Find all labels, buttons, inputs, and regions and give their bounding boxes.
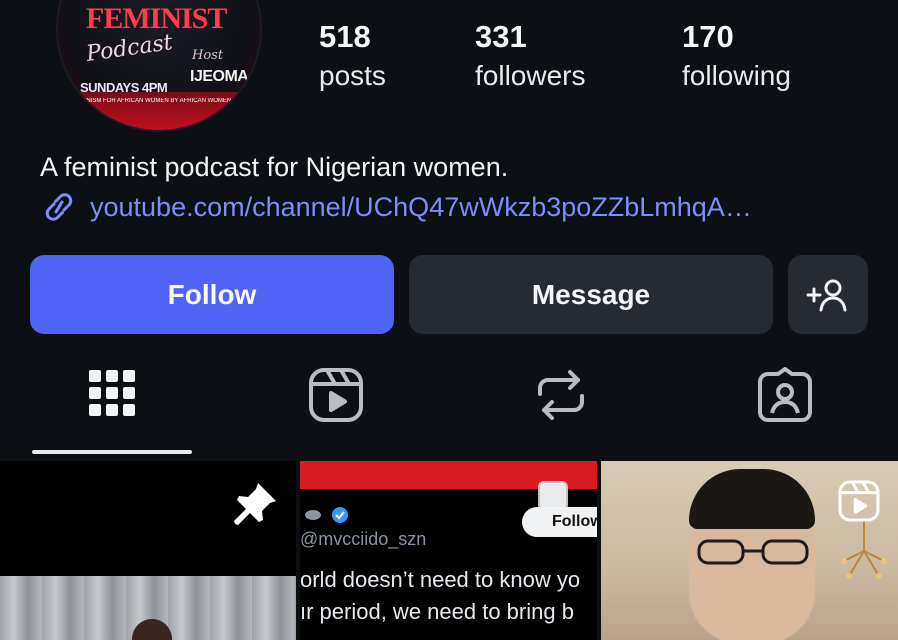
- profile-link-text: youtube.com/channel/UChQ47wWkzb3poZZbLmh…: [90, 192, 752, 222]
- avatar-tagline: FEMINISM FOR AFRICAN WOMEN BY AFRICAN WO…: [72, 98, 232, 104]
- post-3-hair: [689, 469, 815, 529]
- followers-label: followers: [475, 60, 586, 91]
- followers-count: 331: [475, 19, 527, 54]
- suggest-people-button[interactable]: [788, 255, 868, 334]
- post-2-follow-chip: Follow: [522, 507, 597, 537]
- following-count: 170: [682, 19, 734, 54]
- following-label: following: [682, 60, 791, 91]
- posts-stat[interactable]: 518 posts: [319, 18, 386, 96]
- message-button[interactable]: Message: [409, 255, 773, 334]
- profile-bio: A feminist podcast for Nigerian women.: [40, 152, 509, 182]
- posts-count: 518: [319, 19, 371, 54]
- add-person-icon: [806, 279, 847, 311]
- grid-post-3[interactable]: [601, 461, 898, 640]
- message-button-label: Message: [531, 278, 651, 310]
- followers-stat[interactable]: 331 followers: [475, 18, 585, 96]
- post-3-glasses: [697, 539, 809, 565]
- posts-label: posts: [319, 60, 386, 91]
- grid-post-2[interactable]: Follow @mvcciido_szn orld doesn’t need t…: [300, 461, 597, 640]
- post-3-chandelier: [841, 521, 887, 579]
- active-tab-indicator: [32, 450, 192, 454]
- profile-avatar[interactable]: FEMINIST Podcast Host IJEOMA SUNDAYS 4PM…: [58, 0, 260, 130]
- pin-icon: [234, 483, 276, 525]
- post-2-text-line-1: orld doesn’t need to know yo: [300, 567, 581, 592]
- repost-icon: [538, 370, 584, 420]
- tab-grid[interactable]: [32, 360, 192, 456]
- avatar-title: FEMINIST: [86, 2, 227, 35]
- reels-icon: [838, 480, 880, 522]
- verified-badge-icon: [304, 506, 350, 527]
- following-stat[interactable]: 170 following: [682, 18, 791, 96]
- follow-button[interactable]: Follow: [30, 255, 394, 334]
- profile-link[interactable]: youtube.com/channel/UChQ47wWkzb3poZZbLmh…: [40, 190, 752, 224]
- reels-icon: [309, 368, 363, 422]
- tab-tagged[interactable]: [705, 360, 865, 456]
- avatar-schedule: SUNDAYS 4PM: [80, 80, 168, 95]
- grid-post-1[interactable]: [0, 461, 296, 640]
- follow-button-label: Follow: [167, 278, 257, 310]
- link-icon: [45, 193, 73, 221]
- tagged-icon: [758, 367, 812, 422]
- post-2-handle: @mvcciido_szn: [300, 529, 427, 549]
- tab-reels[interactable]: [256, 360, 416, 456]
- avatar-host-label: Host: [192, 48, 224, 63]
- avatar-host-name: IJEOMA: [190, 68, 249, 85]
- grid-icon: [89, 370, 135, 416]
- tab-reposts[interactable]: [481, 360, 641, 456]
- post-2-text-line-2: ır period, we need to bring b: [300, 599, 574, 624]
